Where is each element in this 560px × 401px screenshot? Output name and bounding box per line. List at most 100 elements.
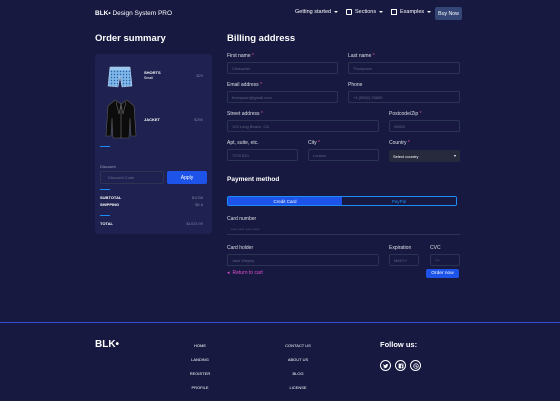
nav-examples-label: Examples (400, 9, 425, 15)
return-to-cart-link[interactable]: ◂ Return to cart (227, 270, 263, 276)
apply-button[interactable]: Apply (167, 171, 207, 184)
street-label: Street address * (227, 111, 263, 117)
city-label: City * (308, 140, 320, 146)
postcode-label: Postcode/Zip * (389, 111, 422, 117)
jacket-image (105, 99, 137, 139)
label-text: Email address (227, 82, 259, 88)
nav-sections-label: Sections (355, 9, 377, 15)
expiration-field[interactable]: MM/YY (389, 254, 419, 266)
label-text: Last name (348, 53, 372, 59)
footer-link-about[interactable]: ABOUT US (278, 357, 318, 362)
brand-logo[interactable]: BLK• Design System PRO (95, 10, 172, 17)
chevron-down-icon (334, 11, 339, 13)
email-label: Email address * (227, 82, 262, 88)
expiration-label: Expiration (389, 245, 412, 251)
divider (100, 189, 110, 190)
phone-label: Phone (348, 82, 363, 88)
first-name-label: First name * (227, 53, 254, 59)
nav-sections[interactable]: Sections (346, 9, 384, 15)
phone-field[interactable]: +4 (5552) 33689 (348, 91, 460, 103)
order-now-button[interactable]: Order now (426, 269, 459, 278)
chevron-down-icon (454, 155, 456, 157)
chevron-down-icon (427, 11, 432, 13)
cvc-field[interactable]: *** (430, 254, 460, 266)
subtotal-value: $1038 (191, 195, 203, 200)
apt-field[interactable]: 7078 B21 (227, 149, 298, 161)
divider (100, 215, 110, 216)
brand-bold: BLK• (95, 10, 111, 17)
order-summary-card: SHORTS Small $29 JACKET $290 Discount SU… (95, 54, 212, 234)
required-mark: * (419, 111, 422, 117)
required-mark: * (260, 111, 263, 117)
divider (100, 146, 110, 147)
footer-link-license[interactable]: LICENSE (278, 385, 318, 390)
last-name-field[interactable]: Thompson (348, 62, 460, 74)
subtotal-label: SUBTOTAL (100, 195, 122, 200)
email-field[interactable]: thompson@gmail.com (227, 91, 338, 103)
footer-link-landing[interactable]: LANDING (180, 357, 220, 362)
first-name-field[interactable]: Cristopher (227, 62, 338, 74)
required-mark: * (260, 82, 263, 88)
label-text: City (308, 140, 317, 146)
shipping-label: SHIPPING (100, 202, 120, 207)
nav-examples[interactable]: Examples (391, 9, 432, 15)
apt-label: Apt, suite, etc. (227, 140, 259, 146)
city-field[interactable]: London (308, 149, 379, 161)
follow-us-heading: Follow us: (380, 340, 418, 349)
required-mark: * (372, 53, 375, 59)
sections-icon (346, 9, 352, 15)
footer-link-contact[interactable]: CONTACT US (278, 343, 318, 348)
nav-getting-started[interactable]: Getting started (295, 9, 339, 15)
buy-now-button[interactable]: Buy Now (435, 7, 462, 20)
payment-method-title: Payment method (227, 176, 280, 183)
item-name: SHORTS (144, 70, 161, 75)
tab-paypal[interactable]: PayPal (342, 197, 456, 205)
shipping-value: $5.8 (195, 202, 203, 207)
required-mark: * (252, 53, 254, 59)
discount-code-input[interactable]: Discount Code (100, 171, 164, 184)
total-value: $1023.99 (186, 221, 203, 226)
order-summary-title: Order summary (95, 33, 166, 44)
last-name-label: Last name * (348, 53, 375, 59)
billing-address-title: Billing address (227, 33, 296, 44)
label-text: Street address (227, 111, 260, 117)
label-text: Postcode/Zip (389, 111, 419, 117)
card-holder-label: Card holder (227, 245, 254, 251)
country-select-value: Select country (393, 153, 419, 159)
return-to-cart-label: Return to cart (232, 270, 263, 276)
facebook-icon[interactable] (395, 360, 406, 371)
footer-link-blog[interactable]: BLOG (278, 371, 318, 376)
country-label: Country * (389, 140, 410, 146)
footer-brand-logo[interactable]: BLK• (95, 339, 119, 350)
card-number-label: Card number (227, 216, 257, 222)
social-links (380, 360, 421, 371)
brand-text: Design System PRO (110, 10, 173, 17)
country-select[interactable]: Select country (389, 150, 460, 162)
card-holder-field[interactable]: Jack Wayley (227, 254, 379, 266)
cvc-label: CVC (430, 245, 441, 251)
nav-getting-started-label: Getting started (295, 9, 332, 15)
item-price: $290 (194, 117, 203, 122)
footer-link-register[interactable]: REGISTER (180, 371, 220, 376)
postcode-field[interactable]: 98800 (389, 120, 460, 132)
required-mark: * (318, 140, 320, 146)
arrow-left-icon: ◂ (227, 270, 230, 276)
examples-icon (391, 9, 397, 15)
item-name: JACKET (144, 117, 161, 122)
card-number-field[interactable]: **** **** **** **** (227, 225, 460, 235)
footer-link-home[interactable]: HOME (180, 343, 220, 348)
twitter-icon[interactable] (380, 360, 391, 371)
tab-credit-card[interactable]: Credit Card (228, 197, 342, 205)
item-price: $29 (196, 73, 203, 78)
label-text: First name (227, 53, 251, 59)
item-size: Small (144, 76, 153, 80)
label-text: Country (389, 140, 407, 146)
street-field[interactable]: 123 Long Beach, CA (227, 120, 379, 132)
shorts-image (107, 66, 133, 88)
dribbble-icon[interactable] (410, 360, 421, 371)
chevron-down-icon (379, 11, 384, 13)
required-mark: * (407, 140, 410, 146)
total-label: TOTAL (100, 221, 113, 226)
payment-tabs: Credit Card PayPal (227, 196, 457, 206)
footer-link-profile[interactable]: PROFILE (180, 385, 220, 390)
